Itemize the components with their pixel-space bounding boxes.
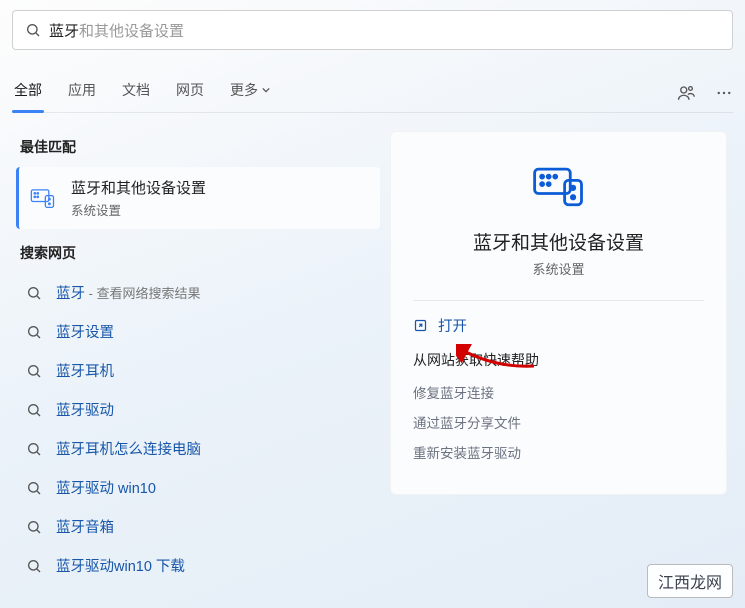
search-icon <box>26 402 42 418</box>
search-input[interactable]: 蓝牙和其他设备设置 <box>49 20 184 41</box>
result-label: 蓝牙驱动 <box>56 403 114 419</box>
result-label: 蓝牙驱动 win10 <box>56 481 156 497</box>
search-icon <box>26 558 42 574</box>
search-typed-text: 蓝牙 <box>49 20 79 41</box>
search-icon <box>26 441 42 457</box>
preview-title: 蓝牙和其他设备设置 <box>413 228 704 255</box>
filter-tabs: 全部 应用 文档 网页 更多 <box>12 74 733 113</box>
search-icon <box>25 22 41 38</box>
result-hint: - 查看网络搜索结果 <box>85 286 201 301</box>
web-result-item[interactable]: 蓝牙音箱 <box>16 507 380 546</box>
results-column: 最佳匹配 蓝牙和其他设备设置 系统设置 搜索网页 蓝牙 - 查看网络搜索结果 蓝… <box>0 131 380 585</box>
result-label: 蓝牙设置 <box>56 325 114 341</box>
tab-apps[interactable]: 应用 <box>66 74 98 112</box>
more-options-icon[interactable] <box>715 84 733 102</box>
preview-panel: 蓝牙和其他设备设置 系统设置 打开 从网站获取快速帮助 修复蓝牙连接通过蓝牙分享… <box>390 131 727 495</box>
search-completion-hint: 和其他设备设置 <box>79 20 184 41</box>
web-result-item[interactable]: 蓝牙设置 <box>16 312 380 351</box>
search-icon <box>26 480 42 496</box>
search-icon <box>26 519 42 535</box>
best-match-title: 蓝牙和其他设备设置 <box>71 177 206 198</box>
result-label: 蓝牙耳机怎么连接电脑 <box>56 442 201 458</box>
best-match-label: 最佳匹配 <box>20 137 380 157</box>
chevron-down-icon <box>262 86 270 94</box>
open-action[interactable]: 打开 <box>413 315 704 336</box>
web-result-item[interactable]: 蓝牙耳机 <box>16 351 380 390</box>
divider <box>413 300 704 301</box>
search-icon <box>26 285 42 301</box>
watermark: 江西龙网 <box>647 564 733 598</box>
devices-icon <box>29 184 57 212</box>
search-icon <box>26 363 42 379</box>
web-result-item[interactable]: 蓝牙耳机怎么连接电脑 <box>16 429 380 468</box>
web-results-label: 搜索网页 <box>20 243 380 263</box>
help-link[interactable]: 重新安装蓝牙驱动 <box>413 442 704 462</box>
web-result-item[interactable]: 蓝牙驱动win10 下载 <box>16 546 380 585</box>
best-match-subtitle: 系统设置 <box>71 200 206 219</box>
tab-more[interactable]: 更多 <box>228 74 272 112</box>
account-icon[interactable] <box>677 84 695 102</box>
tab-all[interactable]: 全部 <box>12 74 44 112</box>
web-result-item[interactable]: 蓝牙驱动 <box>16 390 380 429</box>
devices-icon <box>529 162 589 210</box>
result-label: 蓝牙耳机 <box>56 364 114 380</box>
search-bar[interactable]: 蓝牙和其他设备设置 <box>12 10 733 50</box>
result-label: 蓝牙驱动win10 下载 <box>56 559 185 575</box>
web-result-item[interactable]: 蓝牙驱动 win10 <box>16 468 380 507</box>
tab-web[interactable]: 网页 <box>174 74 206 112</box>
quick-help-label: 从网站获取快速帮助 <box>413 350 704 370</box>
help-link[interactable]: 通过蓝牙分享文件 <box>413 412 704 432</box>
help-link[interactable]: 修复蓝牙连接 <box>413 382 704 402</box>
help-links-list: 修复蓝牙连接通过蓝牙分享文件重新安装蓝牙驱动 <box>413 382 704 462</box>
result-label: 蓝牙 <box>56 286 85 302</box>
web-results-list: 蓝牙 - 查看网络搜索结果 蓝牙设置 蓝牙耳机 蓝牙驱动 蓝牙耳机怎么连接电脑 … <box>16 273 380 585</box>
search-icon <box>26 324 42 340</box>
tab-documents[interactable]: 文档 <box>120 74 152 112</box>
open-icon <box>413 318 428 333</box>
best-match-item[interactable]: 蓝牙和其他设备设置 系统设置 <box>16 167 380 229</box>
preview-subtitle: 系统设置 <box>413 259 704 278</box>
open-label: 打开 <box>438 315 467 336</box>
web-result-item[interactable]: 蓝牙 - 查看网络搜索结果 <box>16 273 380 312</box>
result-label: 蓝牙音箱 <box>56 520 114 536</box>
